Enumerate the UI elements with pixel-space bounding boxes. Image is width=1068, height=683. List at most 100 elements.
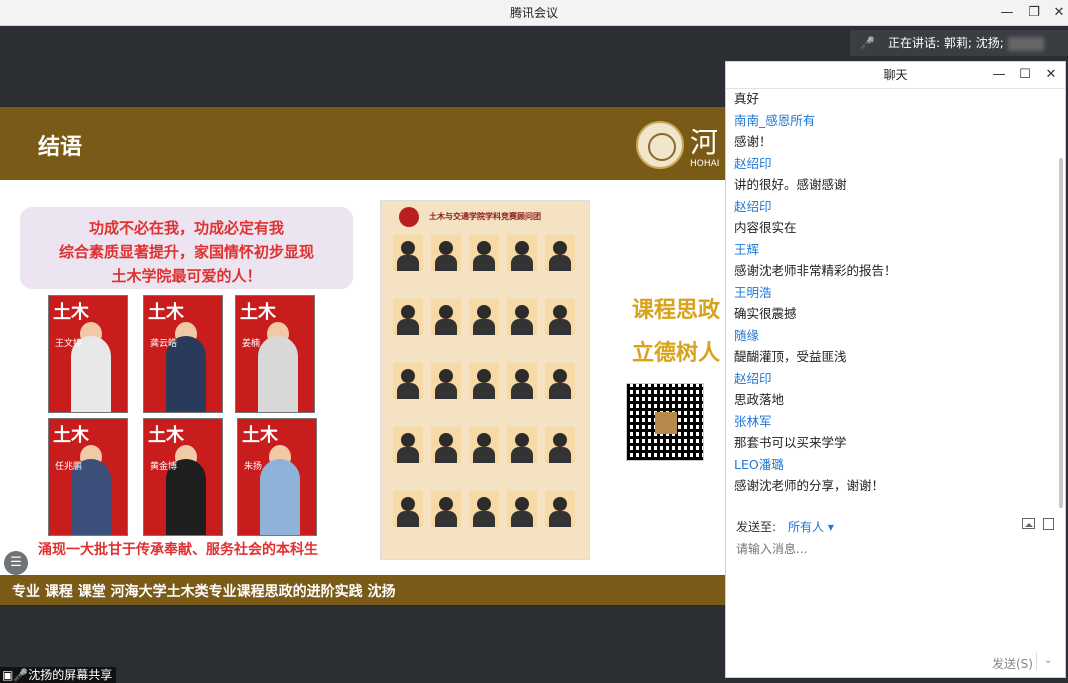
chat-message-text: 讲的很好。感谢感谢 (734, 177, 847, 192)
chat-sender-name: 赵绍印 (734, 198, 772, 214)
portrait-photo (469, 491, 499, 527)
portrait-photo (431, 491, 461, 527)
send-to-dropdown[interactable]: 所有人 ▾ (788, 518, 834, 535)
university-seal-icon (636, 121, 684, 169)
cover-title: 土木 (148, 425, 184, 446)
cover-title: 土木 (53, 425, 89, 446)
slogan-line-3: 土木学院最可爱的人！ (111, 267, 262, 285)
cover-title: 土木 (242, 425, 278, 446)
screen-share-text: 沈扬的屏幕共享 (28, 668, 113, 682)
chat-message-text: 内容很实在 (734, 220, 797, 235)
slide-title: 结语 (38, 135, 83, 160)
minimize-icon[interactable]: — (992, 0, 1022, 26)
portrait-photo (393, 299, 423, 335)
chat-message-text: 真好 (734, 91, 760, 106)
chat-sender-name: LEO潘璐 (734, 456, 784, 472)
window-titlebar: 腾讯会议 — ❐ ✕ (0, 0, 1068, 26)
portrait-photo (545, 363, 575, 399)
chevron-down-icon[interactable]: ⌄ (1044, 655, 1052, 666)
cover-name: 朱扬 (244, 462, 263, 472)
chat-close-icon[interactable]: ✕ (1038, 62, 1064, 88)
qr-code (626, 383, 704, 461)
magazine-cover: 土木 龚云皓 (143, 295, 223, 413)
portrait-photo (507, 363, 537, 399)
portrait-photo (507, 235, 537, 271)
portrait-photo (431, 363, 461, 399)
chat-input[interactable] (734, 538, 1060, 652)
portrait-photo (469, 427, 499, 463)
gold-line-2: 立德树人 (632, 341, 721, 366)
file-icon[interactable] (1043, 518, 1054, 530)
chat-sender-name: 王辉 (734, 241, 760, 257)
portrait-photo (469, 235, 499, 271)
portrait-photo (469, 299, 499, 335)
chat-message-text: 感谢沈老师非常精彩的报告！ (734, 263, 897, 278)
university-logo-sub: HOHAI (690, 159, 720, 169)
chat-scrollbar[interactable] (1059, 158, 1063, 508)
cover-name: 姜楠 (242, 339, 261, 349)
university-logo-text: 河 (690, 126, 719, 159)
chat-sender-name: 南南_感恩所有 (734, 112, 816, 128)
menu-list-icon[interactable]: ☰ (4, 551, 28, 575)
speaking-label: 正在讲话: 郭莉; 沈扬; (888, 36, 1004, 50)
chat-sender-name: 张林军 (734, 413, 772, 429)
portrait-photo (431, 235, 461, 271)
portrait-photo (393, 363, 423, 399)
chat-panel: 聊天 — ☐ ✕ 真好 南南_感恩所有 感谢！ 赵绍印 讲的很好。感谢感谢 赵绍印 内容很实… (725, 61, 1066, 678)
bottom-slogan: 涌现一大批甘于传承奉献、服务社会的本科生 (38, 542, 318, 558)
magazine-cover: 土木 任兆鹏 (48, 418, 128, 536)
chat-message-text: 那套书可以买来学学 (734, 435, 847, 450)
gold-line-1: 课程思政 (632, 298, 721, 323)
chat-maximize-icon[interactable]: ☐ (1012, 62, 1038, 88)
chat-message-text: 感谢！ (734, 134, 772, 149)
cover-name: 黄金博 (150, 462, 178, 472)
chat-titlebar: 聊天 — ☐ ✕ (726, 62, 1065, 89)
cover-name: 任兆鹏 (55, 462, 83, 472)
portrait-photo (431, 299, 461, 335)
slide-footer: 专业 课程 课堂 河海大学土木类专业课程思政的进阶实践 沈扬 (0, 575, 726, 605)
portrait-photo (469, 363, 499, 399)
slogan-line-2: 综合素质显著提升，家国情怀初步显现 (58, 243, 314, 261)
magazine-cover: 土木 黄金博 (143, 418, 223, 536)
portrait-photo (393, 491, 423, 527)
magazine-cover: 土木 姜楠 (235, 295, 315, 413)
chat-sender-name: 随缘 (734, 327, 760, 343)
speaking-indicator: 🎤 正在讲话: 郭莉; 沈扬; (850, 30, 1068, 56)
close-icon[interactable]: ✕ (1044, 0, 1068, 26)
chat-sender-name: 王明浩 (734, 284, 772, 300)
portrait-photo (393, 235, 423, 271)
screen-share-icon: ▣🎤 (2, 668, 29, 682)
chat-sender-name: 赵绍印 (734, 155, 772, 171)
magazine-cover: 土木 朱扬 (237, 418, 317, 536)
screen-share-label: ▣🎤沈扬的屏幕共享 (0, 667, 117, 683)
school-badge-icon (399, 207, 419, 227)
portrait-photo (545, 427, 575, 463)
chat-message-text: 醍醐灌顶，受益匪浅 (734, 349, 847, 364)
chat-message-text: 感谢沈老师的分享，谢谢！ (734, 478, 885, 493)
chat-minimize-icon[interactable]: — (986, 62, 1012, 88)
send-divider (1036, 652, 1037, 670)
cover-name: 龚云皓 (150, 339, 178, 349)
shared-screen-slide: 结语 河 HOHAI 功成不必在我，功成必定有我 综合素质显著提升，家国情怀初步… (0, 107, 726, 605)
portrait-photo (431, 427, 461, 463)
microphone-icon: 🎤 (860, 36, 875, 50)
image-icon[interactable] (1022, 518, 1035, 529)
chat-message-text: 思政落地 (734, 392, 785, 407)
portrait-photo (545, 299, 575, 335)
cover-title: 土木 (240, 302, 276, 323)
slogan-line-1: 功成不必在我，功成必定有我 (88, 219, 284, 237)
slide-footer-text: 专业 课程 课堂 河海大学土木类专业课程思政的进阶实践 沈扬 (12, 584, 396, 600)
cover-title: 土木 (53, 302, 89, 323)
blurred-name (1007, 36, 1044, 51)
poster-title: 土木与交通学院学科竞赛顾问团 (429, 212, 541, 221)
portrait-photo (545, 491, 575, 527)
send-to-label: 发送至: (736, 520, 777, 534)
portrait-photo (507, 427, 537, 463)
portrait-photo (393, 427, 423, 463)
magazine-cover: 土木 王文婷 (48, 295, 128, 413)
cover-name: 王文婷 (55, 339, 83, 349)
chat-message-list[interactable]: 真好 南南_感恩所有 感谢！ 赵绍印 讲的很好。感谢感谢 赵绍印 内容很实在 王辉 感谢沈老师非… (734, 88, 1052, 508)
advisor-poster: 土木与交通学院学科竞赛顾问团 (380, 200, 590, 560)
slide-header: 结语 河 HOHAI (0, 107, 726, 180)
send-button[interactable]: 发送(S) (992, 655, 1033, 672)
